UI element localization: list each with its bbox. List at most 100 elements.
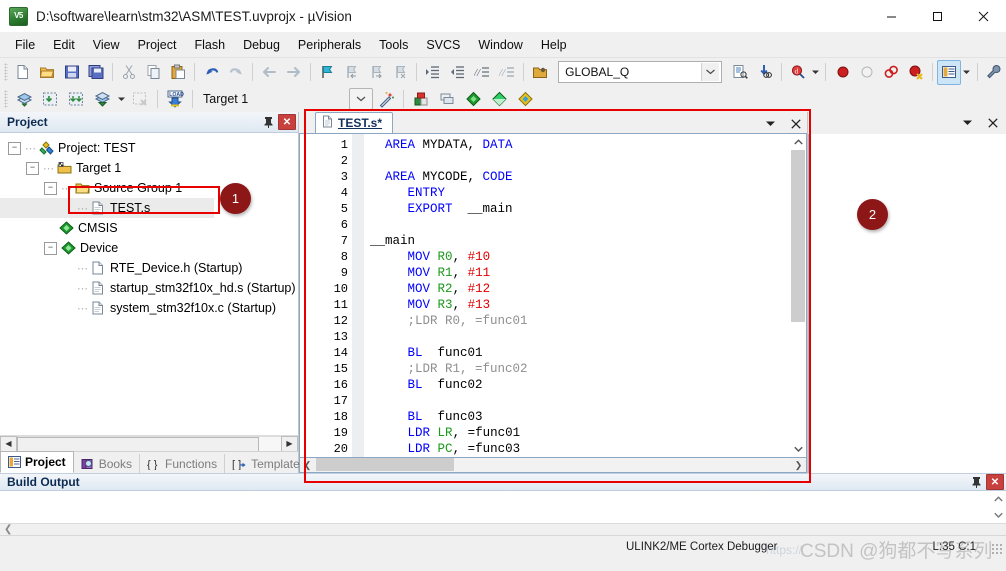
bookmark-toggle-icon[interactable] [315,60,339,85]
open-file-icon[interactable] [35,60,59,85]
menu-edit[interactable]: Edit [44,35,84,55]
menu-view[interactable]: View [84,35,129,55]
scroll-up-icon[interactable] [990,491,1006,507]
build-output-vscrollbar[interactable] [990,491,1006,523]
maximize-button[interactable] [914,0,960,32]
minimize-button[interactable] [868,0,914,32]
scroll-up-icon[interactable] [790,134,806,150]
project-tree-hscrollbar[interactable]: ◀ ▶ [0,435,298,453]
tree-node-test-s[interactable]: ⋯ TEST.s [0,198,214,218]
build-icon[interactable] [11,87,37,112]
pack-installer-icon[interactable] [460,87,486,112]
code-line[interactable]: LDR PC, =func03 [364,441,790,457]
tree-node-startup-s[interactable]: ⋯ startup_stm32f10x_hd.s (Startup) [0,278,298,298]
chevron-down-icon[interactable] [960,116,974,130]
code-line[interactable]: ;LDR R1, =func02 [364,361,790,377]
save-all-icon[interactable] [84,60,108,85]
search-combo[interactable]: GLOBAL_Q [558,61,723,83]
breakpoint-icon[interactable] [830,60,854,85]
expander-minus-icon[interactable]: − [44,181,57,195]
tree-node-source-group[interactable]: − ⋯ Source Group 1 [0,178,298,198]
breakpoint-margin[interactable] [352,134,364,457]
code-line[interactable] [364,153,790,169]
stop-build-icon[interactable] [127,87,153,112]
project-panel-close-button[interactable]: ✕ [278,114,296,130]
bookmark-clear-icon[interactable] [388,60,412,85]
menu-flash[interactable]: Flash [185,35,234,55]
code-line[interactable]: AREA MYCODE, CODE [364,169,790,185]
tree-node-device[interactable]: − Device [0,238,298,258]
code-line[interactable] [364,329,790,345]
batch-build-icon[interactable] [63,87,89,112]
expander-minus-icon[interactable]: − [8,141,21,155]
undo-icon[interactable] [199,60,223,85]
tree-node-target[interactable]: − ⋯ Target 1 [0,158,298,178]
tree-node-system-c[interactable]: ⋯ system_stm32f10x.c (Startup) [0,298,298,318]
menu-peripherals[interactable]: Peripherals [289,35,370,55]
editor-hscrollbar[interactable]: ❮ ❯ [299,458,807,473]
copy-icon[interactable] [142,60,166,85]
breakpoint-disable-icon[interactable] [855,60,879,85]
target-options-icon[interactable] [408,87,434,112]
redo-icon[interactable] [224,60,248,85]
cut-icon[interactable] [117,60,141,85]
hscroll-track[interactable] [17,435,281,453]
close-icon[interactable] [986,116,1000,130]
uncomment-icon[interactable]: // [494,60,518,85]
menu-svcs[interactable]: SVCS [417,35,469,55]
scroll-right-icon[interactable]: ❯ [791,460,806,471]
menu-help[interactable]: Help [532,35,576,55]
incremental-find-icon[interactable] [753,60,777,85]
toolbar-grip[interactable] [4,90,8,108]
tree-node-cmsis[interactable]: CMSIS [0,218,298,238]
editor-hscroll-thumb[interactable] [316,458,454,471]
translate-dropdown-icon[interactable] [115,88,127,111]
menu-project[interactable]: Project [129,35,186,55]
build-output-body[interactable] [0,491,1006,523]
tree-node-rte-device-h[interactable]: ⋯ RTE_Device.h (Startup) [0,258,298,278]
code-line[interactable]: BL func03 [364,409,790,425]
navigate-forward-icon[interactable] [281,60,305,85]
code-line[interactable]: __main [364,233,790,249]
manage-run-env-icon[interactable] [486,87,512,112]
code-line[interactable]: BL func01 [364,345,790,361]
vscroll-thumb[interactable] [791,150,805,322]
code-line[interactable] [364,393,790,409]
code-line[interactable]: AREA MYDATA, DATA [364,137,790,153]
menu-debug[interactable]: Debug [234,35,289,55]
code-line[interactable]: MOV R3, #13 [364,297,790,313]
code-line[interactable]: MOV R0, #10 [364,249,790,265]
paste-icon[interactable] [166,60,190,85]
code-line[interactable]: EXPORT __main [364,201,790,217]
outdent-icon[interactable] [446,60,470,85]
code-text[interactable]: AREA MYDATA, DATA AREA MYCODE, CODE ENTR… [364,134,790,457]
comment-icon[interactable]: // [470,60,494,85]
code-line[interactable]: MOV R1, #11 [364,265,790,281]
project-tree[interactable]: − ⋯ Project: TEST − ⋯ Target 1 − ⋯ Sourc… [0,133,298,435]
code-area[interactable]: 1 2 3 4 5 6 7 8 9 10 11 12 13 14 15 16 1… [300,134,790,457]
build-output-footer[interactable]: ❮ [0,523,1006,535]
code-line[interactable]: LDR LR, =func01 [364,425,790,441]
tab-project[interactable]: Project [0,451,74,473]
manage-components-icon[interactable] [434,87,460,112]
tree-node-project[interactable]: − ⋯ Project: TEST [0,138,298,158]
target-select-dropdown[interactable] [349,88,373,110]
code-line[interactable]: MOV R2, #12 [364,281,790,297]
browse-symbol-dropdown-icon[interactable] [810,61,821,84]
toolbar-grip[interactable] [4,63,8,81]
code-line[interactable]: BL func02 [364,377,790,393]
menu-window[interactable]: Window [469,35,531,55]
browse-symbol-icon[interactable]: d [786,60,810,85]
rebuild-icon[interactable] [37,87,63,112]
vscroll-track[interactable] [790,150,806,441]
translate-icon[interactable] [89,87,115,112]
indent-icon[interactable] [421,60,445,85]
close-button[interactable] [960,0,1006,32]
configure-icon[interactable] [981,60,1005,85]
editor-vscrollbar[interactable] [790,134,806,457]
code-line[interactable]: ;LDR R0, =func01 [364,313,790,329]
editor-tab-test-s[interactable]: TEST.s* [315,112,394,133]
search-input[interactable]: GLOBAL_Q [565,65,701,79]
build-output-close-button[interactable]: ✕ [986,474,1004,490]
scroll-down-icon[interactable] [990,507,1006,523]
